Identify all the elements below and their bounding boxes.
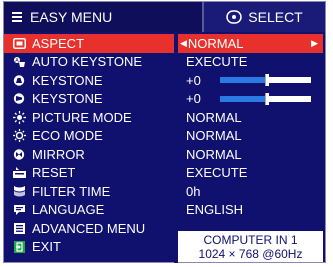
filter-time-icon <box>12 185 26 197</box>
menu-icon <box>12 12 22 22</box>
menu-item-mirror[interactable]: MIRROR <box>4 145 174 164</box>
exit-icon <box>12 240 26 253</box>
menu-item-label: KEYSTONE <box>32 72 103 88</box>
menu-item-value: EXECUTE <box>186 54 248 70</box>
menu-item-language[interactable]: LANGUAGE <box>4 201 174 220</box>
menu-value-row[interactable]: ◀ NORMAL ▶ <box>178 34 323 53</box>
slider-knob[interactable] <box>264 74 269 87</box>
menu-value-row[interactable]: NORMAL <box>178 145 323 164</box>
menu-item-value: 0h <box>186 183 201 199</box>
menu-item-label: FILTER TIME <box>32 183 111 199</box>
menu-item-label: ECO MODE <box>32 128 103 144</box>
menu-item-label: EXIT <box>32 239 61 255</box>
auto-keystone-icon: A <box>12 56 26 68</box>
menu-item-value: NORMAL <box>186 146 242 162</box>
aspect-icon <box>12 37 26 49</box>
language-icon <box>12 204 26 216</box>
menu-item-label: RESET <box>32 165 76 181</box>
keystone-slider[interactable] <box>220 74 311 87</box>
menu-value-list: ◀ NORMAL ▶ EXECUTE +0 +0 NORMAL NORMAL NORMAL EXE… <box>178 34 323 256</box>
select-button-icon <box>226 10 243 24</box>
menu-item-reset[interactable]: RESET <box>4 164 174 183</box>
menu-item-list: ASPECT A AUTO KEYSTONE KEYSTONE KEYSTONE PICT… <box>4 34 174 256</box>
menu-value-row[interactable]: NORMAL <box>178 108 323 127</box>
menu-item-label: MIRROR <box>32 146 85 162</box>
slider-knob[interactable] <box>264 92 269 105</box>
menu-item-auto-keystone[interactable]: A AUTO KEYSTONE <box>4 53 174 72</box>
reset-icon <box>12 167 26 179</box>
advanced-menu-icon <box>12 222 26 234</box>
mirror-icon <box>12 148 26 160</box>
eco-mode-icon <box>12 129 26 143</box>
arrow-left-icon[interactable]: ◀ <box>180 38 187 49</box>
menu-value-row[interactable]: EXECUTE <box>178 164 323 183</box>
signal-resolution: 1024 × 768 @60Hz <box>198 246 303 261</box>
select-label: SELECT <box>248 9 303 25</box>
menu-item-label: LANGUAGE <box>32 202 105 218</box>
svg-text:A: A <box>15 58 19 64</box>
slider-fill <box>220 77 266 84</box>
menu-value-row[interactable]: NORMAL <box>178 127 323 146</box>
input-signal-info: COMPUTER IN 1 1024 × 768 @60Hz <box>178 231 323 262</box>
menu-item-label: PICTURE MODE <box>32 109 132 125</box>
menu-item-value: +0 <box>186 91 201 107</box>
keystone-slider[interactable] <box>220 92 311 105</box>
menu-item-label: ASPECT <box>32 35 85 51</box>
menu-item-value: EXECUTE <box>186 165 248 181</box>
header-title-bar: EASY MENU <box>4 2 202 32</box>
menu-item-picture-mode[interactable]: PICTURE MODE <box>4 108 174 127</box>
keystone-h-icon <box>12 93 26 105</box>
menu-item-value: NORMAL <box>186 128 242 144</box>
menu-value-row[interactable]: +0 <box>178 71 323 90</box>
menu-title: EASY MENU <box>30 9 113 25</box>
menu-item-advanced-menu[interactable]: ADVANCED MENU <box>4 219 174 238</box>
menu-value-row[interactable]: +0 <box>178 90 323 109</box>
menu-item-keystone-2[interactable]: KEYSTONE <box>4 71 174 90</box>
menu-item-eco-mode[interactable]: ECO MODE <box>4 127 174 146</box>
picture-mode-icon <box>12 110 26 124</box>
menu-item-exit[interactable]: EXIT <box>4 238 174 257</box>
menu-item-keystone-3[interactable]: KEYSTONE <box>4 90 174 109</box>
menu-item-value: +0 <box>186 72 201 88</box>
menu-item-aspect[interactable]: ASPECT <box>4 34 174 53</box>
menu-item-label: AUTO KEYSTONE <box>32 54 143 70</box>
input-source: COMPUTER IN 1 <box>203 232 298 247</box>
arrow-right-icon[interactable]: ▶ <box>311 38 318 49</box>
menu-item-value: ENGLISH <box>186 202 244 218</box>
easy-menu-osd: EASY MENU SELECT ASPECT A AUTO KEYSTONE KEY… <box>3 1 326 263</box>
select-hint: SELECT <box>204 2 325 32</box>
keystone-v-icon <box>12 74 26 86</box>
menu-value-row[interactable]: EXECUTE <box>178 53 323 72</box>
menu-item-label: KEYSTONE <box>32 91 103 107</box>
menu-item-label: ADVANCED MENU <box>32 220 146 236</box>
menu-item-value: NORMAL <box>187 35 244 51</box>
menu-value-row[interactable]: 0h <box>178 182 323 201</box>
slider-fill <box>220 95 266 102</box>
menu-value-row[interactable]: ENGLISH <box>178 201 323 220</box>
menu-item-filter-time[interactable]: FILTER TIME <box>4 182 174 201</box>
menu-item-value: NORMAL <box>186 109 242 125</box>
